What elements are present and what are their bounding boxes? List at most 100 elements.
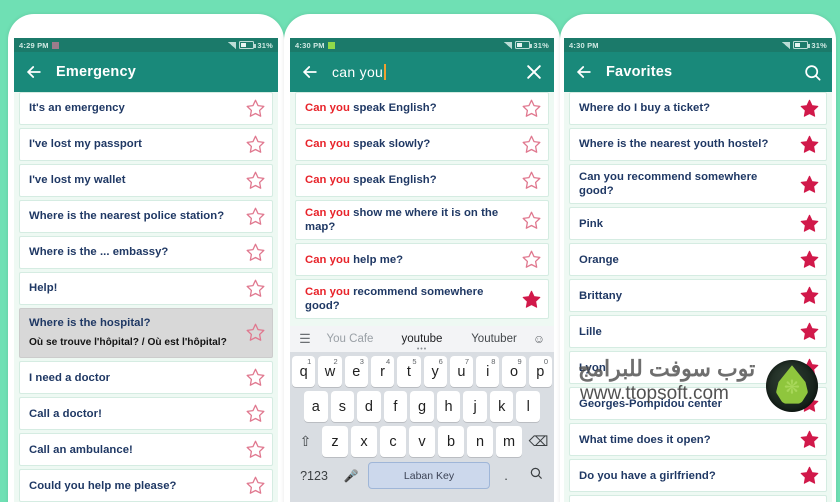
list-item[interactable]: Brittany — [569, 279, 827, 313]
phrase-list-favorites[interactable]: Where do I buy a ticket? Where is the ne… — [564, 92, 832, 502]
hamburger-icon[interactable]: ☰ — [297, 331, 313, 347]
key-u[interactable]: 7u — [449, 356, 474, 387]
suggestion-2[interactable]: Youtuber — [459, 333, 529, 345]
star-filled-icon[interactable] — [799, 321, 820, 342]
key-w[interactable]: 2w — [318, 356, 342, 387]
star-filled-icon[interactable] — [799, 98, 820, 119]
star-outline-icon[interactable] — [245, 206, 266, 227]
star-outline-icon[interactable] — [245, 170, 266, 191]
phrase-list-emergency[interactable]: It's an emergency I've lost my passport — [14, 92, 278, 502]
list-item[interactable]: Do you have a girlfriend? — [569, 459, 827, 493]
numeric-mode-key[interactable]: ?123 — [294, 469, 334, 483]
key-o[interactable]: 9o — [502, 356, 526, 387]
suggestion-bar[interactable]: ☰ You Cafe youtube Youtuber ☺ — [290, 326, 554, 352]
star-outline-icon[interactable] — [245, 439, 266, 460]
list-item[interactable]: Could you help me please? — [19, 469, 273, 502]
list-item[interactable]: Where is the nearest youth hostel? — [569, 128, 827, 161]
star-outline-icon[interactable] — [245, 367, 266, 388]
list-item[interactable]: I've lost my wallet — [19, 164, 273, 197]
key-q[interactable]: 1q — [292, 356, 316, 387]
star-outline-icon[interactable] — [245, 278, 266, 299]
star-filled-icon[interactable] — [799, 393, 820, 414]
star-filled-icon[interactable] — [521, 289, 542, 310]
list-item-expanded[interactable]: Where is the hospital? Où se trouve l'hô… — [19, 308, 273, 359]
list-item[interactable]: Can you speak English? — [295, 164, 549, 197]
star-filled-icon[interactable] — [799, 357, 820, 378]
key-y[interactable]: 6y — [423, 356, 447, 387]
key-a[interactable]: a — [303, 391, 328, 422]
list-item[interactable]: It's an emergency — [19, 92, 273, 125]
key-g[interactable]: g — [410, 391, 434, 422]
keyboard-row-3[interactable]: ⇧ z x c v b n m ⌫ — [290, 422, 554, 457]
key-r[interactable]: 4r — [370, 356, 395, 387]
key-m[interactable]: m — [496, 426, 522, 457]
list-item[interactable]: Can you show me where it is on the map? — [295, 200, 549, 241]
list-item[interactable]: Where is the nearest police station? — [19, 200, 273, 233]
close-icon[interactable] — [524, 62, 544, 82]
list-item[interactable]: Georges-Pompidou center — [569, 387, 827, 421]
search-icon[interactable] — [802, 62, 822, 82]
star-filled-icon[interactable] — [799, 174, 820, 195]
list-item[interactable]: Lyon — [569, 351, 827, 385]
list-item[interactable]: Call a doctor! — [19, 397, 273, 431]
key-v[interactable]: v — [409, 426, 435, 457]
microphone-icon[interactable]: 🎤 — [338, 469, 364, 483]
key-z[interactable]: z — [322, 426, 348, 457]
star-outline-icon[interactable] — [245, 134, 266, 155]
key-t[interactable]: 5t — [397, 356, 421, 387]
backspace-icon[interactable]: ⌫ — [525, 426, 552, 457]
list-item[interactable]: I've lost my passport — [19, 128, 273, 161]
key-x[interactable]: x — [351, 426, 377, 457]
list-item[interactable]: What time does it open? — [569, 423, 827, 457]
star-filled-icon[interactable] — [799, 213, 820, 234]
list-item[interactable]: Can you help me? — [295, 243, 549, 277]
keyboard-row-1[interactable]: 1q 2w 3e 4r 5t 6y 7u 8i 9o 0p — [290, 352, 554, 387]
period-key[interactable]: . — [494, 468, 518, 483]
key-n[interactable]: n — [467, 426, 493, 457]
keyboard-row-2[interactable]: a s d f g h j k l — [290, 387, 554, 422]
key-s[interactable]: s — [330, 391, 355, 422]
key-i[interactable]: 8i — [476, 356, 500, 387]
shift-icon[interactable]: ⇧ — [292, 426, 319, 457]
smiley-icon[interactable]: ☺ — [531, 332, 547, 346]
star-filled-icon[interactable] — [799, 134, 820, 155]
key-j[interactable]: j — [463, 391, 487, 422]
star-outline-icon[interactable] — [245, 403, 266, 424]
key-p[interactable]: 0p — [528, 356, 552, 387]
list-item[interactable]: Can you recommend somewhere good? — [295, 279, 549, 320]
list-item[interactable]: Can you speak slowly? — [295, 128, 549, 161]
list-item[interactable]: Call an ambulance! — [19, 433, 273, 467]
star-outline-icon[interactable] — [245, 98, 266, 119]
star-outline-icon[interactable] — [521, 98, 542, 119]
list-item[interactable]: Can you recommend somewhere good? — [569, 164, 827, 205]
key-h[interactable]: h — [436, 391, 461, 422]
list-item[interactable]: Pink — [569, 207, 827, 241]
arrow-left-icon[interactable] — [300, 62, 320, 82]
star-outline-icon[interactable] — [521, 249, 542, 270]
keyboard-row-4[interactable]: ?123 🎤 Laban Key . — [290, 457, 554, 493]
search-input[interactable]: can you — [332, 64, 512, 80]
space-key[interactable]: Laban Key — [368, 462, 490, 489]
list-item[interactable]: Lille — [569, 315, 827, 349]
star-filled-icon[interactable] — [799, 465, 820, 486]
key-f[interactable]: f — [383, 391, 408, 422]
star-filled-icon[interactable] — [799, 429, 820, 450]
suggestion-0[interactable]: You Cafe — [315, 333, 385, 345]
list-item[interactable]: I need a doctor — [19, 361, 273, 395]
list-item[interactable]: Where do I buy a ticket? — [569, 92, 827, 125]
list-item[interactable]: Can you speak English? — [295, 92, 549, 125]
search-icon[interactable] — [522, 466, 550, 485]
star-outline-icon[interactable] — [245, 322, 266, 343]
star-filled-icon[interactable] — [799, 285, 820, 306]
key-k[interactable]: k — [489, 391, 514, 422]
key-e[interactable]: 3e — [344, 356, 368, 387]
key-b[interactable]: b — [438, 426, 464, 457]
star-outline-icon[interactable] — [245, 242, 266, 263]
star-outline-icon[interactable] — [521, 170, 542, 191]
list-item[interactable]: Help! — [19, 272, 273, 305]
star-filled-icon[interactable] — [799, 249, 820, 270]
arrow-left-icon[interactable] — [24, 62, 44, 82]
star-outline-icon[interactable] — [521, 210, 542, 231]
key-d[interactable]: d — [357, 391, 381, 422]
list-item[interactable]: Orange — [569, 243, 827, 277]
